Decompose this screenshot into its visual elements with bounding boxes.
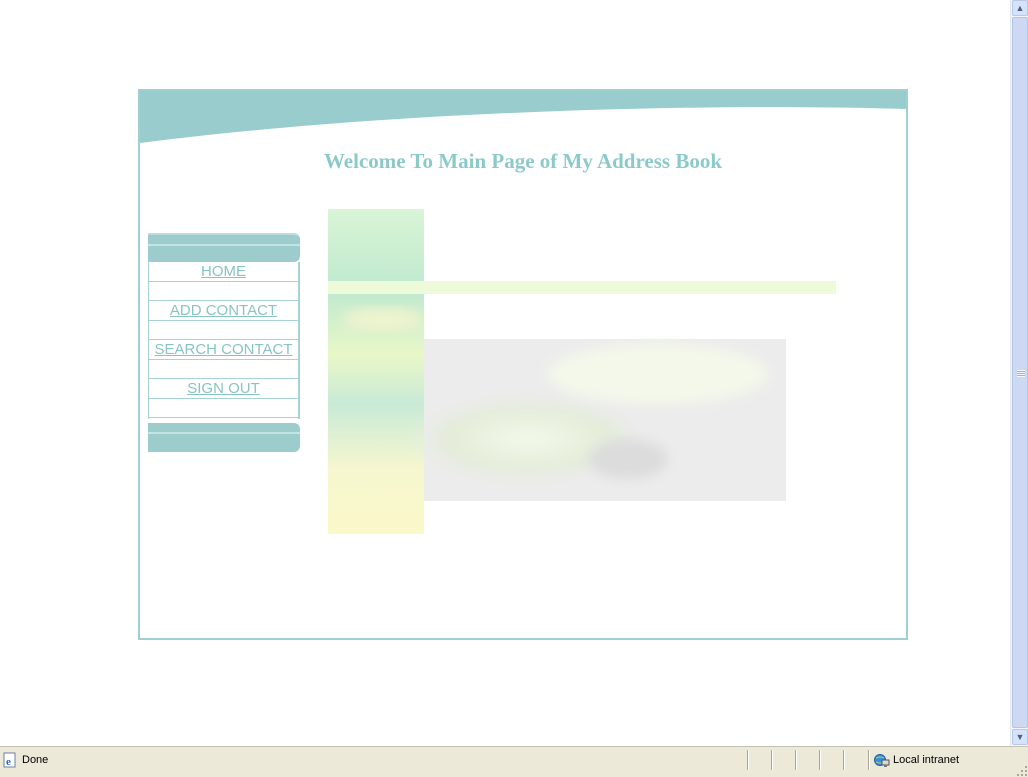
nav-row: HOME <box>149 262 298 282</box>
nav-bottom-cap <box>148 423 300 452</box>
nav-link-sign-out[interactable]: SIGN OUT <box>187 380 260 397</box>
status-divider <box>819 750 821 770</box>
scroll-up-button[interactable]: ▲ <box>1012 0 1028 16</box>
scroll-down-button[interactable]: ▼ <box>1012 729 1028 745</box>
nav-spacer-row <box>149 399 298 418</box>
decorative-hero-image <box>328 209 836 534</box>
status-divider <box>747 750 749 770</box>
browser-viewport: Welcome To Main Page of My Address Book … <box>0 0 1010 746</box>
ie-page-icon: e <box>3 752 16 768</box>
nav-row: ADD CONTACT <box>149 301 298 321</box>
scrollbar-thumb[interactable] <box>1012 17 1028 728</box>
nav-spacer-row <box>149 282 298 301</box>
nav-top-cap <box>148 233 300 262</box>
page-title: Welcome To Main Page of My Address Book <box>323 149 723 173</box>
status-divider <box>795 750 797 770</box>
nav-link-home[interactable]: HOME <box>201 263 246 280</box>
header-wave-banner <box>140 91 906 143</box>
nav-spacer-row <box>149 360 298 379</box>
nav-row: SEARCH CONTACT <box>149 340 298 360</box>
scrollbar-grip <box>1017 370 1025 377</box>
nav-row: SIGN OUT <box>149 379 298 399</box>
nav-link-search-contact[interactable]: SEARCH CONTACT <box>154 341 292 358</box>
status-bar: e Done Local intranet <box>0 746 1028 777</box>
status-area: e Done <box>2 751 48 769</box>
nav-spacer-row <box>149 321 298 340</box>
nav-link-add-contact[interactable]: ADD CONTACT <box>170 302 277 319</box>
vertical-scrollbar[interactable]: ▲ ▼ <box>1010 0 1028 746</box>
status-text: Done <box>22 754 49 766</box>
nav-list: HOME ADD CONTACT SEARCH CONTACT SIGN OUT <box>148 262 300 419</box>
status-divider <box>868 750 870 770</box>
svg-text:e: e <box>6 756 11 768</box>
status-divider <box>771 750 773 770</box>
security-zone[interactable]: Local intranet <box>874 751 959 769</box>
page-frame: Welcome To Main Page of My Address Book … <box>138 89 908 640</box>
resize-grip-icon[interactable] <box>1014 763 1028 777</box>
navigation-panel: HOME ADD CONTACT SEARCH CONTACT SIGN OUT <box>148 233 300 453</box>
local-intranet-icon <box>874 754 890 767</box>
status-divider <box>843 750 845 770</box>
zone-text: Local intranet <box>893 754 960 766</box>
